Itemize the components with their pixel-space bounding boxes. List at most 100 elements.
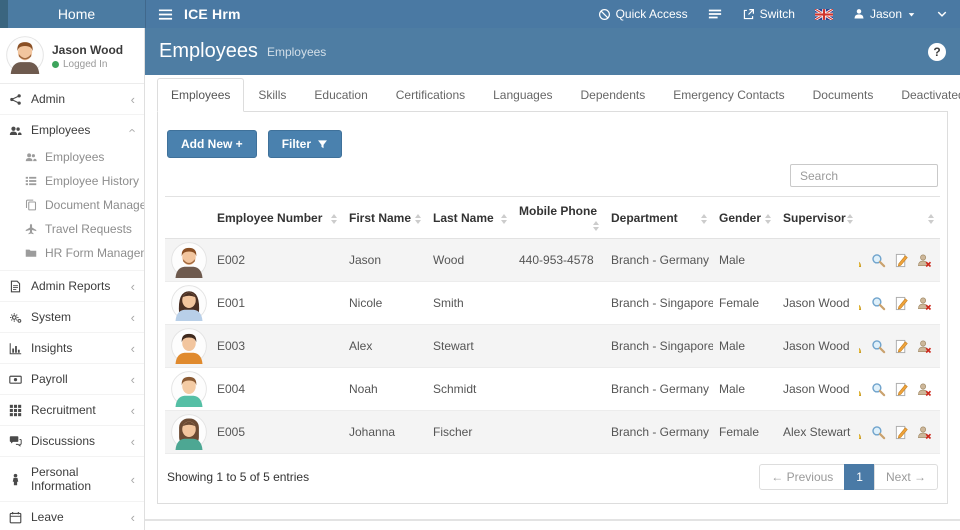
- avatar: [6, 36, 44, 74]
- sidebar-subitem-hr-form-management[interactable]: HR Form Management: [0, 241, 144, 265]
- tab-label: Skills: [258, 88, 287, 102]
- search-input[interactable]: [790, 164, 938, 187]
- edit-icon[interactable]: [894, 382, 909, 397]
- navbar-collapse-toggle[interactable]: [936, 8, 948, 20]
- cell-last-name: Smith: [427, 281, 513, 325]
- user-icon[interactable]: [859, 425, 863, 440]
- column-label: Last Name: [433, 210, 494, 225]
- sidebar-subitem-document-management[interactable]: Document Management: [0, 193, 144, 217]
- column-header-first-name[interactable]: First Name: [343, 196, 427, 239]
- tasks-button[interactable]: [708, 7, 722, 21]
- edit-icon[interactable]: [894, 253, 909, 268]
- column-header-last-name[interactable]: Last Name: [427, 196, 513, 239]
- user-icon[interactable]: [859, 296, 863, 311]
- column-header-gender[interactable]: Gender: [713, 196, 777, 239]
- home-button[interactable]: Home: [8, 0, 145, 28]
- sidebar-subitem-employee-history[interactable]: Employee History: [0, 169, 144, 193]
- sidebar-subitem-label: Travel Requests: [45, 222, 132, 236]
- cogs-icon: [9, 311, 22, 324]
- add-new-button[interactable]: Add New +: [167, 130, 257, 158]
- language-flag-button[interactable]: [814, 8, 833, 20]
- sort-icon: [701, 213, 707, 224]
- user-menu[interactable]: Jason: [853, 7, 916, 21]
- sidebar-item-leave[interactable]: Leave ‹: [0, 501, 144, 530]
- switch-button[interactable]: Switch: [742, 7, 795, 21]
- delete-user-icon[interactable]: [917, 339, 932, 354]
- magnifier-icon[interactable]: [871, 296, 886, 311]
- pagination-next[interactable]: Next →: [873, 464, 938, 490]
- uk-flag-icon: [814, 8, 833, 20]
- hamburger-menu-icon[interactable]: [158, 7, 173, 22]
- delete-user-icon[interactable]: [917, 382, 932, 397]
- sidebar-item-discussions[interactable]: Discussions ‹: [0, 425, 144, 456]
- sidebar-subitem-employees[interactable]: Employees: [0, 145, 144, 169]
- sidebar-item-system[interactable]: System ‹: [0, 301, 144, 332]
- sidebar-item-label: Leave: [31, 510, 64, 524]
- sidebar-item-admin[interactable]: Admin ‹: [0, 84, 144, 114]
- magnifier-icon[interactable]: [871, 339, 886, 354]
- tab-certifications[interactable]: Certifications: [382, 78, 479, 112]
- cell-actions: [859, 238, 940, 282]
- column-label: First Name: [349, 210, 412, 225]
- pagination-page-1[interactable]: 1: [844, 464, 875, 490]
- tab-employees[interactable]: Employees: [157, 78, 245, 112]
- sort-icon: [331, 213, 337, 224]
- sidebar-item-label: Payroll: [31, 372, 68, 386]
- sidebar-item-admin-reports[interactable]: Admin Reports ‹: [0, 270, 144, 301]
- cell-employee-number: E001: [211, 281, 343, 325]
- main-navbar: ICE Hrm Quick Access Switch Jason: [145, 0, 960, 28]
- edit-icon[interactable]: [894, 296, 909, 311]
- tab-emergency-contacts[interactable]: Emergency Contacts: [659, 78, 798, 112]
- cell-gender: Male: [713, 367, 777, 411]
- sidebar-item-label: Personal Information: [31, 465, 92, 493]
- column-header-mobile-phone[interactable]: Mobile Phone: [513, 196, 605, 239]
- chevron-left-icon: ‹: [130, 340, 135, 356]
- cell-actions: [859, 324, 940, 368]
- magnifier-icon[interactable]: [871, 382, 886, 397]
- column-header-department[interactable]: Department: [605, 196, 713, 239]
- sidebar-item-employees[interactable]: Employees ‹: [0, 114, 144, 145]
- sidebar-item-insights[interactable]: Insights ‹: [0, 332, 144, 363]
- tab-education[interactable]: Education: [300, 78, 381, 112]
- sort-icon: [593, 221, 599, 231]
- edit-icon[interactable]: [894, 425, 909, 440]
- tab-documents[interactable]: Documents: [799, 78, 888, 112]
- sidebar-item-payroll[interactable]: Payroll ‹: [0, 363, 144, 394]
- magnifier-icon[interactable]: [871, 425, 886, 440]
- help-button[interactable]: ?: [928, 42, 946, 61]
- sidebar-item-personal-information[interactable]: Personal Information ‹: [0, 456, 144, 501]
- chevron-left-icon: ‹: [130, 509, 135, 525]
- tab-dependents[interactable]: Dependents: [567, 78, 660, 112]
- cell-mobile-phone: [513, 324, 605, 368]
- delete-user-icon[interactable]: [917, 296, 932, 311]
- quick-access-button[interactable]: Quick Access: [598, 7, 688, 21]
- delete-user-icon[interactable]: [917, 253, 932, 268]
- column-header-supervisor[interactable]: Supervisor: [777, 196, 859, 239]
- sidebar-item-recruitment[interactable]: Recruitment ‹: [0, 394, 144, 425]
- edit-icon[interactable]: [894, 339, 909, 354]
- user-icon[interactable]: [859, 382, 863, 397]
- magnifier-icon[interactable]: [871, 253, 886, 268]
- file-icon: [9, 280, 22, 293]
- tab-label: Deactivated Employees: [901, 88, 960, 102]
- page-subtitle: Employees: [266, 44, 327, 59]
- delete-user-icon[interactable]: [917, 425, 932, 440]
- cell-supervisor: Alex Stewart: [777, 410, 859, 454]
- chart-icon: [9, 342, 22, 355]
- user-icon[interactable]: [859, 339, 863, 354]
- filter-button[interactable]: Filter: [267, 130, 343, 158]
- column-header-blank[interactable]: [859, 196, 940, 239]
- grid-icon: [9, 404, 22, 417]
- column-header-employee-number[interactable]: Employee Number: [211, 196, 343, 239]
- tab-skills[interactable]: Skills: [244, 78, 300, 112]
- avatar: [171, 371, 207, 407]
- tab-languages[interactable]: Languages: [479, 78, 566, 112]
- pagination-previous[interactable]: ← Previous: [759, 464, 846, 490]
- user-icon[interactable]: [859, 253, 863, 268]
- chevron-down-icon: ‹: [125, 127, 141, 133]
- sidebar-subitem-travel-requests[interactable]: Travel Requests: [0, 217, 144, 241]
- thlist-icon: [25, 175, 37, 187]
- sidebar-subitem-label: HR Form Management: [45, 246, 144, 260]
- cell-mobile-phone: [513, 367, 605, 411]
- tab-deactivated-employees[interactable]: Deactivated Employees▾: [887, 78, 960, 112]
